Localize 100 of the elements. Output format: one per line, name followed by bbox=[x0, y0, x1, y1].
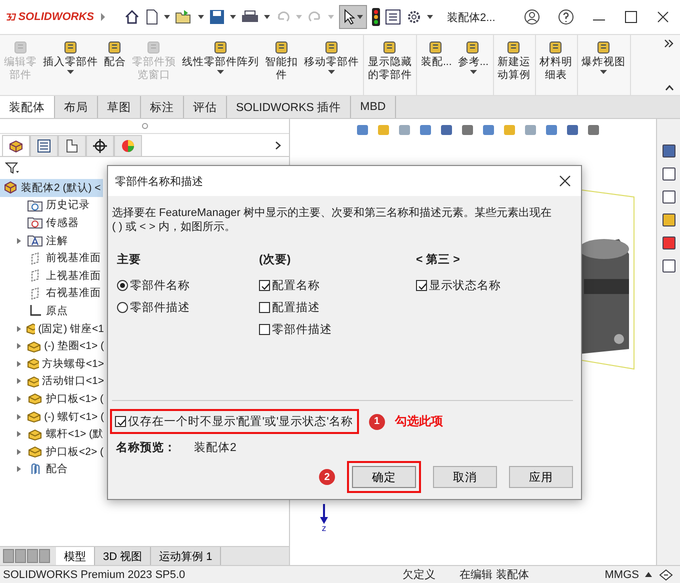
properties-icon[interactable] bbox=[385, 9, 401, 25]
tree-item[interactable]: 前视基准面 bbox=[0, 249, 104, 267]
expand-arrow-icon[interactable] bbox=[16, 342, 22, 350]
ribbon-tool-button[interactable]: 爆炸视图 bbox=[580, 37, 628, 95]
caret-icon[interactable] bbox=[470, 70, 477, 75]
tree-item[interactable]: 活动钳口<1> bbox=[0, 372, 104, 390]
panel-tab[interactable] bbox=[86, 134, 114, 156]
view-toolbar-icon[interactable] bbox=[481, 123, 497, 137]
ribbon-tool-button[interactable]: 智能扣 件 bbox=[263, 37, 300, 95]
expand-arrow-icon[interactable] bbox=[16, 377, 22, 386]
caret-icon[interactable] bbox=[427, 15, 433, 19]
task-pane-icon[interactable] bbox=[660, 258, 676, 274]
select-button[interactable] bbox=[339, 5, 367, 29]
home-icon[interactable] bbox=[124, 9, 140, 25]
view-toolbar-icon[interactable] bbox=[460, 123, 476, 137]
panel-tab[interactable] bbox=[30, 134, 58, 156]
caret-icon[interactable] bbox=[67, 70, 74, 75]
tree-item[interactable]: 注解 bbox=[0, 232, 104, 250]
filter-icon[interactable] bbox=[5, 162, 19, 174]
checkbox-option[interactable]: 零部件描述 bbox=[259, 322, 416, 337]
help-icon[interactable] bbox=[558, 9, 574, 25]
ribbon-tool-button[interactable]: 装配... bbox=[419, 37, 454, 95]
collapse-icon[interactable] bbox=[664, 85, 674, 91]
expand-arrow-icon[interactable] bbox=[16, 465, 22, 474]
expand-arrow-icon[interactable] bbox=[16, 394, 22, 403]
expand-arrow-icon[interactable] bbox=[16, 448, 22, 456]
ribbon-tool-button[interactable]: 插入零部件 bbox=[41, 37, 100, 95]
bottom-tab[interactable]: 运动算例 1 bbox=[151, 547, 222, 565]
ribbon-tool-button[interactable]: 材料明 细表 bbox=[538, 37, 575, 95]
checkbox[interactable] bbox=[259, 302, 270, 313]
radio-option[interactable]: 零部件名称 bbox=[117, 278, 259, 293]
tree-item[interactable]: 传感器 bbox=[0, 214, 104, 232]
caret-icon[interactable] bbox=[328, 70, 335, 75]
expand-arrow-icon[interactable] bbox=[16, 412, 22, 421]
ribbon-tool-button[interactable]: 线性零部件阵列 bbox=[180, 37, 261, 95]
ribbon-tool-button[interactable]: 新建运 动算例 bbox=[496, 37, 533, 95]
settings-icon[interactable] bbox=[406, 9, 422, 25]
caret-icon[interactable] bbox=[264, 15, 270, 19]
customize-icon[interactable] bbox=[658, 568, 674, 582]
tree-item[interactable]: 配合 bbox=[0, 460, 104, 478]
close-icon[interactable] bbox=[656, 10, 670, 24]
tree-item[interactable]: (-) 垫圈<1> ( bbox=[0, 337, 104, 355]
view-toolbar-icon[interactable] bbox=[544, 123, 560, 137]
expand-arrow-icon[interactable] bbox=[16, 430, 22, 438]
task-pane-icon[interactable] bbox=[660, 235, 676, 251]
ribbon-tool-button[interactable]: 参考... bbox=[456, 37, 491, 95]
tree-item[interactable]: 螺杆<1> (默 bbox=[0, 425, 104, 443]
view-toolbar-icon[interactable] bbox=[355, 123, 371, 137]
traffic-light-icon[interactable] bbox=[372, 8, 380, 26]
tree-item[interactable]: 方块螺母<1> bbox=[0, 354, 104, 373]
checkbox-option[interactable]: 显示状态名称 bbox=[416, 278, 501, 293]
view-toolbar-icon[interactable] bbox=[586, 123, 602, 137]
tree-item[interactable]: 护口板<1> ( bbox=[0, 390, 104, 408]
checkbox-option[interactable]: 配置名称 bbox=[259, 278, 416, 293]
units-selector[interactable]: MMGS bbox=[604, 568, 639, 580]
tree-item[interactable]: 上视基准面 bbox=[0, 266, 104, 285]
tree-item[interactable]: 历史记录 bbox=[0, 196, 104, 214]
radio-button[interactable] bbox=[117, 280, 128, 291]
tree-item[interactable]: (固定) 钳座<1 bbox=[0, 320, 104, 338]
panel-tab[interactable] bbox=[58, 134, 86, 156]
tree-item[interactable]: 护口板<2> ( bbox=[0, 442, 104, 460]
splitter-handle[interactable] bbox=[142, 123, 148, 129]
task-pane-icon[interactable] bbox=[660, 189, 676, 205]
new-document-icon[interactable] bbox=[145, 9, 159, 25]
bottom-tab[interactable]: 3D 视图 bbox=[95, 547, 152, 565]
expand-arrow-icon[interactable] bbox=[100, 13, 106, 21]
expand-arrow-icon[interactable] bbox=[16, 360, 22, 368]
tree-item[interactable]: (-) 螺钉<1> ( bbox=[0, 408, 104, 426]
tree-item[interactable]: 原点 bbox=[0, 302, 104, 320]
more-icon[interactable] bbox=[664, 39, 674, 48]
dialog-button[interactable]: 应用 bbox=[509, 466, 573, 488]
checkbox-option[interactable]: 配置描述 bbox=[259, 300, 416, 315]
ribbon-tool-button[interactable]: 显示隐藏 的零部件 bbox=[366, 37, 414, 95]
checkbox[interactable] bbox=[259, 324, 270, 335]
save-icon[interactable] bbox=[209, 9, 225, 25]
view-toolbar-icon[interactable] bbox=[439, 123, 455, 137]
ribbon-tool-button[interactable]: 配合 bbox=[102, 37, 128, 95]
print-icon[interactable] bbox=[241, 9, 259, 25]
expand-arrow-icon[interactable] bbox=[16, 324, 22, 333]
bottom-tab[interactable]: 模型 bbox=[56, 547, 95, 565]
task-pane-icon[interactable] bbox=[660, 143, 676, 159]
caret-icon[interactable] bbox=[645, 572, 652, 577]
caret-icon[interactable] bbox=[230, 15, 236, 19]
caret-icon[interactable] bbox=[217, 70, 224, 75]
chevron-right-icon[interactable] bbox=[275, 140, 281, 150]
ribbon-tool-button[interactable]: 移动零部件 bbox=[302, 37, 361, 95]
radio-option[interactable]: 零部件描述 bbox=[117, 300, 259, 315]
caret-icon[interactable] bbox=[198, 15, 204, 19]
view-toolbar-icon[interactable] bbox=[418, 123, 434, 137]
panel-tab[interactable] bbox=[2, 134, 30, 156]
dialog-button[interactable]: 取消 bbox=[433, 466, 497, 488]
checkbox[interactable] bbox=[259, 280, 270, 291]
view-toolbar-icon[interactable] bbox=[565, 123, 581, 137]
checkbox[interactable] bbox=[416, 280, 427, 291]
radio-button[interactable] bbox=[117, 302, 128, 313]
caret-icon[interactable] bbox=[600, 70, 608, 75]
task-pane-icon[interactable] bbox=[660, 212, 676, 228]
checkbox[interactable] bbox=[115, 416, 126, 427]
tree-item[interactable]: 装配体2 (默认) < bbox=[0, 179, 103, 197]
maximize-icon[interactable] bbox=[624, 10, 638, 24]
